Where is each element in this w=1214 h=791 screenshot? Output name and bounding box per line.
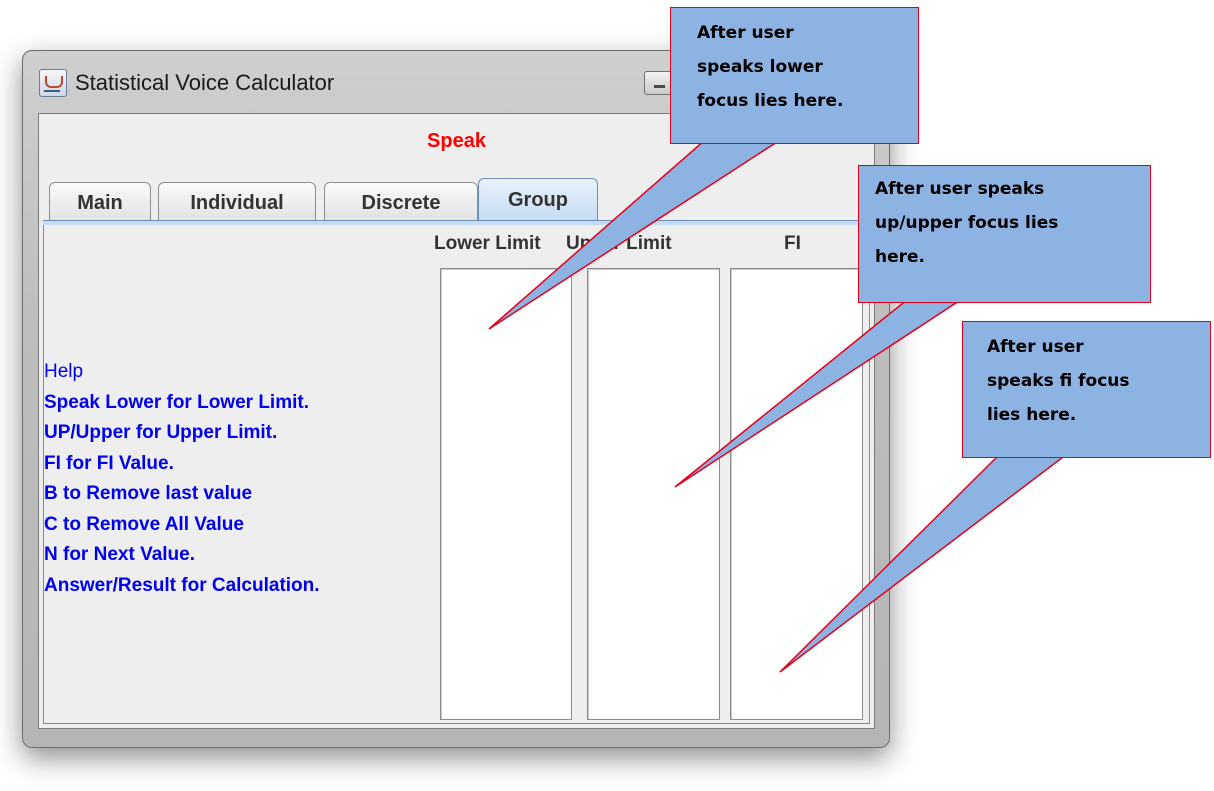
- callout-line: focus lies here.: [697, 91, 844, 111]
- lower-limit-header: Lower Limit: [434, 233, 541, 254]
- tab-group[interactable]: Group: [478, 178, 598, 220]
- callout-line: After user speaks: [875, 179, 1045, 199]
- help-line: N for Next Value.: [44, 544, 195, 565]
- upper-limit-list[interactable]: [587, 268, 720, 720]
- help-line: UP/Upper for Upper Limit.: [44, 422, 278, 443]
- callout-line: here.: [875, 247, 926, 267]
- help-line: Speak Lower for Lower Limit.: [44, 391, 309, 413]
- lower-limit-list[interactable]: [440, 268, 572, 720]
- callout-line: speaks fi focus: [987, 371, 1130, 391]
- callout-upper-focus: After user speaks up/upper focus lies he…: [858, 165, 1151, 303]
- callout-line: speaks lower: [697, 57, 823, 77]
- callout-line: up/upper focus lies: [875, 213, 1059, 233]
- help-title: Help: [44, 361, 84, 382]
- window-title: Statistical Voice Calculator: [75, 70, 335, 95]
- callout-line: lies here.: [987, 405, 1077, 425]
- callout-lower-focus: After user speaks lower focus lies here.: [670, 7, 919, 144]
- help-line: C to Remove All Value: [44, 513, 244, 535]
- callout-line: After user: [697, 23, 794, 43]
- callout-line: After user: [987, 337, 1084, 357]
- fi-list[interactable]: [730, 268, 863, 720]
- help-line: FI for FI Value.: [44, 452, 174, 474]
- tab-main[interactable]: Main: [49, 182, 151, 220]
- tab-discrete[interactable]: Discrete: [324, 182, 478, 220]
- help-line: B to Remove last value: [44, 483, 253, 504]
- tab-individual[interactable]: Individual: [158, 182, 316, 220]
- fi-header: FI: [784, 233, 801, 254]
- group-tab-panel: Lower Limit Upper Limit FI Help Speak Lo…: [43, 225, 870, 724]
- app-window: Statistical Voice Calculator Speak Main …: [22, 50, 890, 748]
- java-app-icon: [39, 69, 67, 97]
- help-text: Help Speak Lower for Lower Limit. UP/Upp…: [44, 357, 320, 601]
- upper-limit-header: Upper Limit: [566, 233, 672, 254]
- callout-fi-focus: After user speaks fi focus lies here.: [962, 321, 1211, 458]
- client-area: Speak Main Individual Discrete Group Low…: [38, 113, 875, 729]
- help-line: Answer/Result for Calculation.: [44, 574, 320, 596]
